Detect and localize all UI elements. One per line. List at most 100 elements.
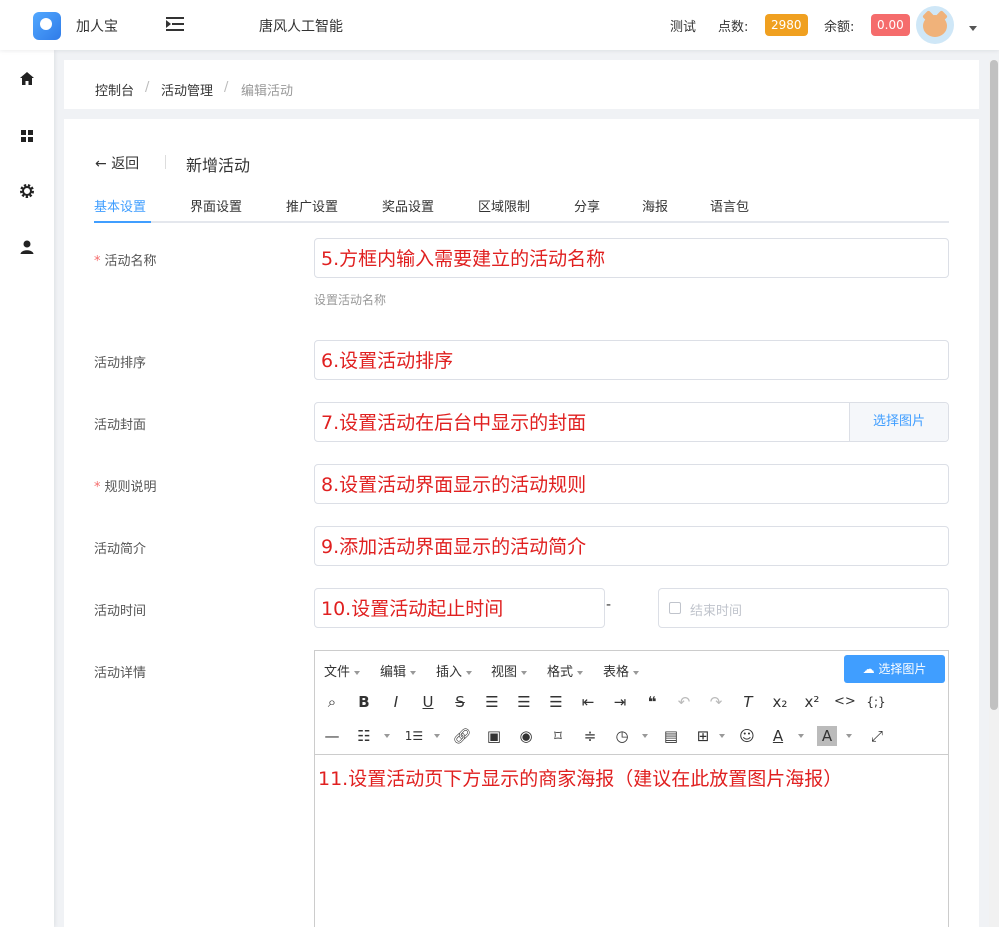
underline-icon[interactable]: U bbox=[418, 692, 438, 712]
tab-language-pack[interactable]: 语言包 bbox=[710, 196, 749, 215]
calendar-icon bbox=[669, 602, 681, 614]
tab-interface-settings[interactable]: 界面设置 bbox=[190, 196, 242, 215]
link-icon[interactable]: 🔗︎ bbox=[452, 726, 472, 746]
avatar[interactable] bbox=[916, 6, 954, 44]
align-left-icon[interactable]: ☰ bbox=[482, 692, 502, 712]
bullet-list-icon[interactable]: ☷ bbox=[354, 726, 374, 746]
time-range-separator: - bbox=[606, 597, 612, 613]
start-time-input[interactable]: 10.设置活动起止时间 bbox=[314, 588, 605, 628]
redo-icon[interactable]: ↷ bbox=[706, 692, 726, 712]
page-break-icon[interactable]: ≑ bbox=[580, 726, 600, 746]
binoculars-icon[interactable]: ⌕ bbox=[322, 692, 342, 712]
activity-intro-input[interactable]: 9.添加活动界面显示的活动简介 bbox=[314, 526, 949, 566]
number-list-icon[interactable]: 1☰ bbox=[404, 726, 424, 746]
tab-basic-settings[interactable]: 基本设置 bbox=[94, 196, 146, 215]
bold-icon[interactable]: B bbox=[354, 692, 374, 712]
breadcrumb: 控制台 / 活动管理 / 编辑活动 bbox=[64, 60, 979, 109]
tab-prize-settings[interactable]: 奖品设置 bbox=[382, 196, 434, 215]
tab-region-limit[interactable]: 区域限制 bbox=[478, 196, 530, 215]
number-list-dropdown-icon[interactable] bbox=[434, 734, 440, 738]
activity-name-hint: 设置活动名称 bbox=[314, 293, 387, 307]
menu-file[interactable]: 文件 bbox=[324, 661, 360, 680]
text-color-icon[interactable]: A bbox=[768, 726, 788, 746]
activity-name-label: * 活动名称 bbox=[94, 254, 157, 269]
outdent-icon[interactable]: ⇤ bbox=[578, 692, 598, 712]
align-right-icon[interactable]: ☰ bbox=[546, 692, 566, 712]
tab-active-indicator bbox=[94, 221, 151, 223]
subscript-icon[interactable]: x₂ bbox=[770, 692, 790, 712]
end-time-input[interactable]: 结束时间 bbox=[658, 588, 949, 628]
page-title: 新增活动 bbox=[186, 156, 251, 175]
back-button[interactable]: ← 返回 bbox=[95, 153, 139, 173]
divider bbox=[165, 155, 166, 169]
home-icon[interactable] bbox=[18, 70, 36, 88]
image-icon[interactable]: ▣ bbox=[484, 726, 504, 746]
editor-toolbar-row-1: ⌕ B I U S ☰ ☰ ☰ ⇤ ⇥ ❝ ↶ ↷ T x₂ x² <> {;} bbox=[315, 685, 948, 719]
tab-poster[interactable]: 海报 bbox=[642, 196, 668, 215]
breadcrumb-item-edit-activity: 编辑活动 bbox=[241, 84, 294, 99]
background-color-icon[interactable]: A bbox=[817, 726, 837, 746]
background-color-dropdown-icon[interactable] bbox=[846, 734, 852, 738]
breadcrumb-separator: / bbox=[145, 80, 150, 95]
undo-icon[interactable]: ↶ bbox=[674, 692, 694, 712]
app-logo-icon[interactable] bbox=[33, 12, 61, 40]
menu-table[interactable]: 表格 bbox=[603, 661, 639, 680]
media-icon[interactable]: ▤ bbox=[661, 726, 681, 746]
bullet-list-dropdown-icon[interactable] bbox=[384, 734, 390, 738]
superscript-icon[interactable]: x² bbox=[802, 692, 822, 712]
back-label: 返回 bbox=[111, 156, 140, 172]
fullscreen-icon[interactable]: ⤢ bbox=[867, 726, 887, 746]
menu-insert[interactable]: 插入 bbox=[436, 661, 472, 680]
align-center-icon[interactable]: ☰ bbox=[514, 692, 534, 712]
user-icon[interactable] bbox=[18, 238, 36, 256]
blockquote-icon[interactable]: ❝ bbox=[642, 692, 662, 712]
breadcrumb-item-console[interactable]: 控制台 bbox=[95, 80, 134, 99]
grid-icon[interactable] bbox=[18, 127, 36, 145]
clear-format-icon[interactable]: T bbox=[738, 692, 758, 712]
balance-label: 余额: bbox=[824, 20, 855, 35]
italic-icon[interactable]: I bbox=[386, 692, 406, 712]
clock-dropdown-icon[interactable] bbox=[642, 734, 648, 738]
menu-view[interactable]: 视图 bbox=[491, 661, 527, 680]
menu-collapse-icon[interactable] bbox=[166, 16, 184, 32]
indent-icon[interactable]: ⇥ bbox=[610, 692, 630, 712]
arrow-left-icon: ← bbox=[95, 156, 107, 172]
code-sample-icon[interactable]: {;} bbox=[866, 692, 886, 712]
emoji-icon[interactable]: ☺ bbox=[737, 726, 757, 746]
menu-edit[interactable]: 编辑 bbox=[380, 661, 416, 680]
editor-toolbar-row-2: — ☷ 1☰ 🔗︎ ▣ ◉ ⌑ ≑ ◷ ▤ ⊞ ☺ A A ⤢ bbox=[315, 719, 948, 753]
editor-menubar: 文件 编辑 插入 视图 格式 表格 ☁ 选择图片 bbox=[315, 651, 948, 685]
strikethrough-icon[interactable]: S bbox=[450, 692, 470, 712]
scrollbar-thumb[interactable] bbox=[990, 60, 998, 710]
points-badge: 2980 bbox=[765, 14, 808, 36]
code-icon[interactable]: <> bbox=[834, 692, 856, 712]
select-cover-image-button[interactable]: 选择图片 bbox=[849, 403, 948, 441]
menu-format[interactable]: 格式 bbox=[547, 661, 583, 680]
rules-label: * 规则说明 bbox=[94, 480, 157, 495]
rules-input[interactable]: 8.设置活动界面显示的活动规则 bbox=[314, 464, 949, 504]
clock-icon[interactable]: ◷ bbox=[612, 726, 632, 746]
breadcrumb-item-activity-management[interactable]: 活动管理 bbox=[161, 80, 213, 99]
table-icon[interactable]: ⊞ bbox=[693, 726, 713, 746]
tab-share[interactable]: 分享 bbox=[574, 196, 600, 215]
editor-upload-image-button[interactable]: ☁ 选择图片 bbox=[844, 655, 945, 683]
preview-icon[interactable]: ◉ bbox=[516, 726, 536, 746]
activity-cover-input[interactable]: 7.设置活动在后台中显示的封面 选择图片 bbox=[314, 402, 949, 442]
page-scrollbar[interactable] bbox=[989, 60, 999, 927]
user-dropdown-icon[interactable] bbox=[969, 26, 977, 31]
user-name[interactable]: 测试 bbox=[670, 16, 696, 35]
required-mark: * bbox=[94, 480, 101, 495]
bookmark-icon[interactable]: ⌑ bbox=[548, 726, 568, 746]
rich-text-editor: 文件 编辑 插入 视图 格式 表格 ☁ 选择图片 ⌕ B I U S ☰ ☰ ☰… bbox=[314, 650, 949, 927]
sidebar bbox=[0, 50, 54, 927]
activity-name-input[interactable]: 5.方框内输入需要建立的活动名称 bbox=[314, 238, 949, 278]
activity-sort-input[interactable]: 6.设置活动排序 bbox=[314, 340, 949, 380]
horizontal-rule-icon[interactable]: — bbox=[322, 726, 342, 746]
text-color-dropdown-icon[interactable] bbox=[798, 734, 804, 738]
tab-promotion-settings[interactable]: 推广设置 bbox=[286, 196, 338, 215]
editor-content-area[interactable]: 11.设置活动页下方显示的商家海报（建议在此放置图片海报） bbox=[315, 754, 948, 927]
app-name: 加人宝 bbox=[76, 19, 118, 35]
tab-bar: 基本设置 界面设置 推广设置 奖品设置 区域限制 分享 海报 语言包 bbox=[94, 194, 949, 223]
table-dropdown-icon[interactable] bbox=[719, 734, 725, 738]
gear-icon[interactable] bbox=[18, 182, 36, 200]
